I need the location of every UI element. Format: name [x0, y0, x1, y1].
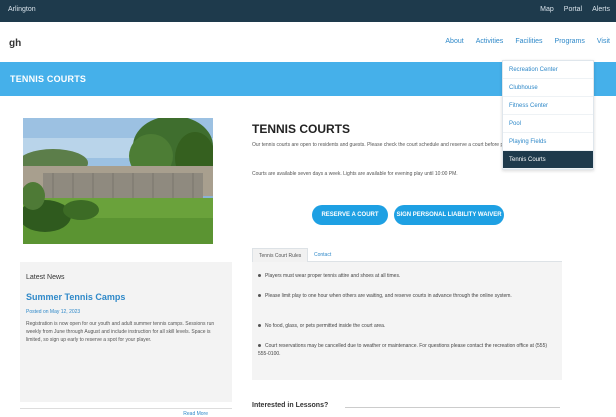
- tennis-court-photo-image: [23, 118, 213, 244]
- top-link-map[interactable]: Map: [540, 6, 554, 13]
- dropdown-item-recreation-center[interactable]: Recreation Center: [503, 61, 593, 79]
- rule-item: No food, glass, or pets permitted inside…: [258, 322, 558, 330]
- page-description-hours: Courts are available seven days a week. …: [252, 171, 458, 177]
- site-logo[interactable]: gh: [9, 38, 21, 49]
- facilities-dropdown-menu: Recreation Center Clubhouse Fitness Cent…: [502, 60, 594, 170]
- info-tabs: Tennis Court Rules Contact: [252, 248, 562, 262]
- latest-news-box: Latest News Summer Tennis Camps Posted o…: [20, 262, 232, 402]
- bullet-icon: [258, 344, 261, 348]
- top-bar-links: Map Portal Alerts: [540, 6, 610, 13]
- top-link-portal[interactable]: Portal: [564, 6, 582, 13]
- nav-item-facilities[interactable]: Facilities: [515, 38, 542, 45]
- rule-text: Players must wear proper tennis attire a…: [265, 273, 401, 279]
- nav-item-about[interactable]: About: [445, 38, 463, 45]
- reserve-court-button[interactable]: RESERVE A COURT: [312, 205, 388, 225]
- news-article-excerpt: Registration is now open for our youth a…: [26, 321, 215, 343]
- nav-item-programs[interactable]: Programs: [555, 38, 585, 45]
- tab-contact[interactable]: Contact: [308, 248, 337, 262]
- dropdown-item-fitness-center[interactable]: Fitness Center: [503, 97, 593, 115]
- rule-item: Please limit play to one hour when other…: [258, 292, 558, 300]
- sign-waiver-button[interactable]: SIGN PERSONAL LIABILITY WAIVER: [394, 205, 504, 225]
- rule-item: Court reservations may be cancelled due …: [258, 342, 558, 358]
- lessons-divider: [345, 407, 560, 408]
- rule-item: Players must wear proper tennis attire a…: [258, 272, 558, 280]
- rule-text: No food, glass, or pets permitted inside…: [265, 323, 386, 329]
- dropdown-item-playing-fields[interactable]: Playing Fields: [503, 133, 593, 151]
- dropdown-item-pool[interactable]: Pool: [503, 115, 593, 133]
- bullet-icon: [258, 294, 261, 298]
- tab-court-rules[interactable]: Tennis Court Rules: [252, 248, 309, 262]
- page-title: TENNIS COURTS: [252, 122, 351, 136]
- lessons-heading: Interested in Lessons?: [252, 402, 329, 409]
- bullet-icon: [258, 324, 261, 328]
- bullet-icon: [258, 274, 261, 278]
- nav-item-activities[interactable]: Activities: [476, 38, 504, 45]
- rule-text: Please limit play to one hour when other…: [265, 293, 512, 299]
- top-bar-brand[interactable]: Arlington: [8, 6, 36, 13]
- news-section-label: Latest News: [26, 274, 65, 281]
- top-bar: Arlington Map Portal Alerts: [0, 0, 616, 22]
- top-link-alerts[interactable]: Alerts: [592, 6, 610, 13]
- news-article-date: Posted on May 12, 2023: [26, 309, 81, 315]
- dropdown-item-clubhouse[interactable]: Clubhouse: [503, 79, 593, 97]
- news-read-more-link[interactable]: Read More: [183, 411, 208, 417]
- dropdown-item-tennis-courts[interactable]: Tennis Courts: [503, 151, 593, 169]
- nav-item-visit[interactable]: Visit: [597, 38, 610, 45]
- court-rules-panel: Players must wear proper tennis attire a…: [252, 262, 562, 380]
- news-footer: Read More: [20, 408, 232, 417]
- tennis-court-photo: [23, 118, 213, 244]
- rule-text: Court reservations may be cancelled due …: [258, 343, 548, 357]
- news-article-title[interactable]: Summer Tennis Camps: [26, 292, 125, 302]
- site-header: gh About Activities Facilities Programs …: [0, 22, 616, 62]
- banner-title: TENNIS COURTS: [10, 74, 87, 84]
- main-nav: About Activities Facilities Programs Vis…: [445, 38, 610, 45]
